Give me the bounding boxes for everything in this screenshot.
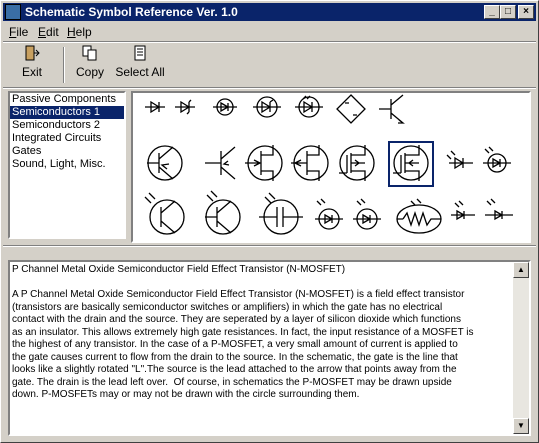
window-title: Schematic Symbol Reference Ver. 1.0 bbox=[25, 5, 238, 19]
n-mosfet-icon[interactable] bbox=[339, 145, 375, 181]
app-icon bbox=[5, 4, 21, 20]
title-bar: Schematic Symbol Reference Ver. 1.0 _ □ … bbox=[3, 3, 536, 21]
photodiode-icon[interactable] bbox=[451, 200, 475, 221]
toolbar-divider bbox=[63, 47, 65, 83]
menu-file[interactable]: File bbox=[9, 25, 28, 39]
category-item[interactable]: Integrated Circuits bbox=[10, 132, 124, 145]
diode-icon[interactable] bbox=[175, 99, 195, 115]
phototransistor-icon[interactable] bbox=[144, 192, 185, 235]
select-all-button[interactable]: Select All bbox=[115, 45, 165, 79]
photocell-icon[interactable] bbox=[396, 198, 442, 234]
scroll-up-button[interactable]: ▲ bbox=[513, 262, 529, 278]
category-list[interactable]: Passive Components Semiconductors 1 Semi… bbox=[8, 91, 126, 239]
jfet-p-circle-icon[interactable] bbox=[291, 145, 329, 181]
bridge-rectifier-icon[interactable] bbox=[336, 94, 366, 124]
panel-splitter[interactable] bbox=[3, 245, 536, 247]
copy-button[interactable]: Copy bbox=[73, 45, 107, 79]
photo-fet-icon[interactable] bbox=[259, 192, 303, 235]
description-scrollbar[interactable]: ▲ ▼ bbox=[513, 262, 529, 434]
menu-help[interactable]: Help bbox=[67, 25, 92, 39]
scroll-down-button[interactable]: ▼ bbox=[513, 418, 529, 434]
maximize-button[interactable]: □ bbox=[500, 5, 516, 19]
photodiode-circle-icon[interactable] bbox=[353, 198, 381, 230]
jfet-circle-icon[interactable] bbox=[245, 145, 283, 181]
select-all-icon bbox=[134, 45, 146, 61]
category-item-selected[interactable]: Semiconductors 1 bbox=[10, 106, 124, 119]
led-circle-icon[interactable] bbox=[483, 146, 511, 173]
category-item[interactable]: Gates bbox=[10, 145, 124, 158]
toolbar-divider-line bbox=[3, 87, 536, 89]
description-heading: P Channel Metal Oxide Semiconductor Fiel… bbox=[12, 264, 346, 275]
exit-icon bbox=[25, 45, 40, 61]
exit-button[interactable]: Exit bbox=[17, 45, 47, 79]
photodiode-icon[interactable] bbox=[315, 198, 343, 230]
description-body: A P Channel Metal Oxide Semiconductor Fi… bbox=[12, 289, 474, 400]
photodiode-icon[interactable] bbox=[485, 198, 513, 221]
zener-circle-icon[interactable] bbox=[253, 96, 281, 118]
minimize-button[interactable]: _ bbox=[484, 5, 500, 19]
close-button[interactable]: × bbox=[518, 5, 534, 19]
symbol-grid bbox=[144, 94, 513, 235]
select-all-label: Select All bbox=[115, 65, 165, 79]
diode-icon[interactable] bbox=[145, 100, 165, 114]
symbol-palette bbox=[131, 91, 531, 243]
description-panel: P Channel Metal Oxide Semiconductor Fiel… bbox=[8, 260, 531, 436]
exit-label: Exit bbox=[21, 65, 42, 79]
p-mosfet-icon[interactable] bbox=[393, 145, 429, 181]
menu-bar: File Edit Help bbox=[3, 23, 536, 41]
category-item[interactable]: Sound, Light, Misc. bbox=[10, 158, 124, 171]
copy-icon bbox=[82, 45, 97, 61]
zener-circle-icon[interactable] bbox=[295, 95, 323, 118]
toolbar: Exit Copy Select All bbox=[3, 43, 536, 87]
photo-transistor-icon[interactable] bbox=[205, 190, 241, 235]
description-text: P Channel Metal Oxide Semiconductor Fiel… bbox=[12, 264, 512, 402]
category-item[interactable]: Passive Components bbox=[10, 93, 124, 106]
menu-edit[interactable]: Edit bbox=[38, 25, 59, 39]
npn-circle-icon[interactable] bbox=[147, 145, 183, 181]
npn-transistor-icon[interactable] bbox=[379, 94, 405, 124]
pnp-transistor-icon[interactable] bbox=[205, 146, 236, 180]
led-icon[interactable] bbox=[446, 150, 473, 170]
copy-label: Copy bbox=[75, 65, 104, 79]
diode-circle-icon[interactable] bbox=[213, 98, 237, 116]
category-item[interactable]: Semiconductors 2 bbox=[10, 119, 124, 132]
app-window: Schematic Symbol Reference Ver. 1.0 _ □ … bbox=[0, 0, 539, 443]
